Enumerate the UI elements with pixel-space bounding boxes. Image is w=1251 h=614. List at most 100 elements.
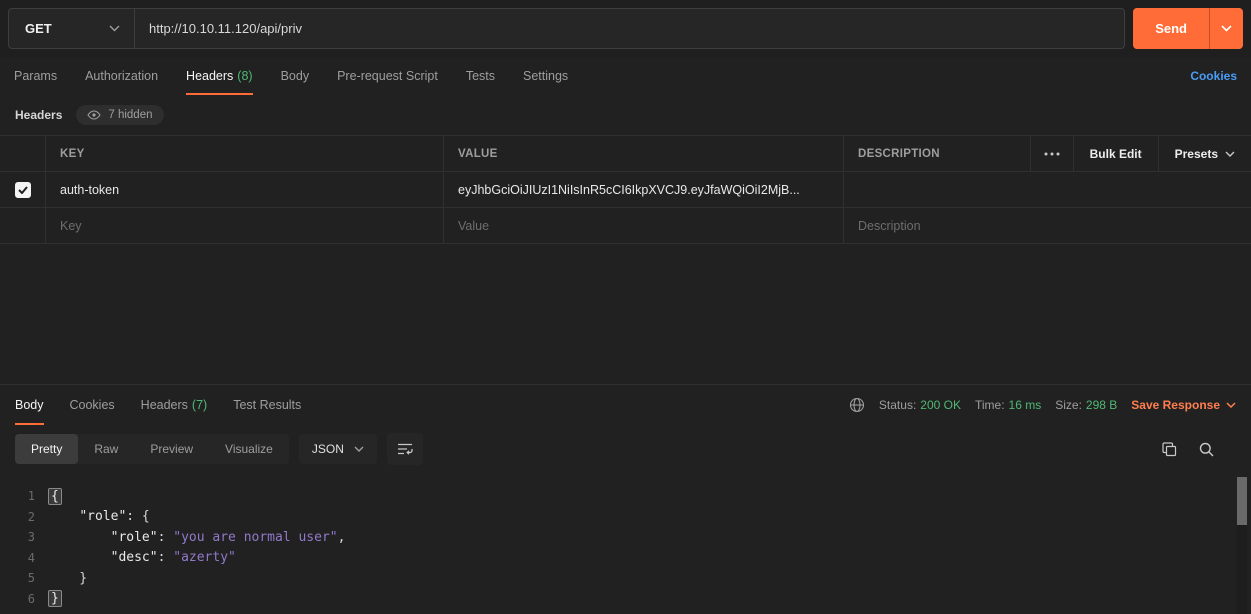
save-response-label: Save Response bbox=[1131, 398, 1220, 412]
tab-settings[interactable]: Settings bbox=[523, 57, 568, 95]
column-key: KEY bbox=[45, 136, 443, 171]
view-mode-pretty[interactable]: Pretty bbox=[15, 434, 78, 464]
status-label: Status: bbox=[879, 398, 916, 412]
response-tab-headers-count: (7) bbox=[192, 398, 207, 412]
code-line: 6} bbox=[0, 589, 1251, 610]
size-value: 298 B bbox=[1086, 398, 1117, 412]
request-bar: GET Send bbox=[0, 0, 1251, 57]
code-line: 4 "desc": "azerty" bbox=[0, 548, 1251, 569]
send-options-button[interactable] bbox=[1209, 8, 1243, 49]
save-response-button[interactable]: Save Response bbox=[1131, 398, 1236, 412]
more-actions-button[interactable] bbox=[1030, 136, 1073, 171]
view-mode-group: Pretty Raw Preview Visualize bbox=[15, 434, 289, 464]
view-mode-preview[interactable]: Preview bbox=[134, 434, 209, 464]
wrap-lines-button[interactable] bbox=[387, 433, 423, 465]
copy-icon[interactable] bbox=[1162, 442, 1177, 457]
check-icon bbox=[18, 186, 28, 194]
new-key-field[interactable]: Key bbox=[45, 208, 443, 243]
tab-prerequest-script[interactable]: Pre-request Script bbox=[337, 57, 438, 95]
empty-area bbox=[0, 244, 1251, 384]
tab-authorization[interactable]: Authorization bbox=[85, 57, 158, 95]
code-line-content: { bbox=[48, 489, 62, 504]
line-number: 4 bbox=[0, 551, 48, 565]
column-value: VALUE bbox=[443, 136, 843, 171]
new-description-field[interactable]: Description bbox=[843, 208, 1251, 243]
ellipsis-icon bbox=[1044, 152, 1060, 156]
method-label: GET bbox=[25, 21, 52, 36]
status-value: 200 OK bbox=[920, 398, 961, 412]
tab-headers[interactable]: Headers (8) bbox=[186, 57, 253, 95]
response-toolbar: Pretty Raw Preview Visualize JSON bbox=[0, 425, 1251, 475]
tab-params[interactable]: Params bbox=[14, 57, 57, 95]
row-checkbox[interactable] bbox=[15, 182, 31, 198]
url-input[interactable] bbox=[135, 9, 1124, 48]
response-meta: Status: 200 OK Time: 16 ms Size: 298 B S… bbox=[849, 385, 1236, 425]
code-line: 2 "role": { bbox=[0, 507, 1251, 528]
cookies-link[interactable]: Cookies bbox=[1190, 69, 1237, 83]
wrap-lines-icon bbox=[397, 442, 413, 456]
code-line-content: } bbox=[48, 591, 62, 606]
globe-icon[interactable] bbox=[849, 397, 865, 413]
header-description-field[interactable] bbox=[843, 172, 1251, 207]
chevron-down-icon bbox=[1225, 151, 1235, 157]
code-line: 5 } bbox=[0, 568, 1251, 589]
column-description: DESCRIPTION bbox=[844, 148, 1030, 160]
line-number: 3 bbox=[0, 530, 48, 544]
column-description-cell: DESCRIPTION Bulk Edit Presets bbox=[843, 136, 1251, 171]
line-number: 2 bbox=[0, 510, 48, 524]
line-number: 5 bbox=[0, 571, 48, 585]
header-row-new: Key Value Description bbox=[0, 208, 1251, 244]
header-key-field[interactable]: auth-token bbox=[45, 172, 443, 207]
header-value-field[interactable]: eyJhbGciOiJIUzI1NiIsInR5cCI6IkpXVCJ9.eyJ… bbox=[443, 172, 843, 207]
view-mode-visualize[interactable]: Visualize bbox=[209, 434, 289, 464]
time-badge: Time: 16 ms bbox=[975, 398, 1041, 412]
code-line-content: "desc": "azerty" bbox=[48, 550, 236, 565]
hidden-headers-label: 7 hidden bbox=[108, 109, 152, 121]
format-label: JSON bbox=[312, 442, 344, 456]
tab-tests[interactable]: Tests bbox=[466, 57, 495, 95]
chevron-down-icon bbox=[1226, 402, 1236, 408]
response-panel: Body Cookies Headers (7) Test Results St… bbox=[0, 384, 1251, 614]
response-tab-test-results[interactable]: Test Results bbox=[233, 385, 301, 425]
scrollbar[interactable] bbox=[1237, 477, 1247, 614]
checkbox-cell bbox=[0, 208, 45, 243]
search-icon[interactable] bbox=[1199, 442, 1214, 457]
checkbox-cell bbox=[0, 172, 45, 207]
code-line-content: "role": "you are normal user", bbox=[48, 530, 345, 545]
eye-icon bbox=[87, 110, 101, 120]
response-tabs: Body Cookies Headers (7) Test Results St… bbox=[0, 385, 1251, 425]
response-tab-headers[interactable]: Headers (7) bbox=[141, 385, 208, 425]
line-number: 1 bbox=[0, 489, 48, 503]
response-tab-headers-label: Headers bbox=[141, 398, 188, 412]
code-line-content: "role": { bbox=[48, 509, 150, 524]
send-button[interactable]: Send bbox=[1133, 8, 1209, 49]
bulk-edit-button[interactable]: Bulk Edit bbox=[1073, 136, 1158, 171]
request-tabs: Params Authorization Headers (8) Body Pr… bbox=[0, 57, 1251, 95]
chevron-down-icon bbox=[109, 25, 120, 32]
chevron-down-icon bbox=[1221, 25, 1232, 32]
response-tab-cookies[interactable]: Cookies bbox=[70, 385, 115, 425]
time-label: Time: bbox=[975, 398, 1005, 412]
hidden-headers-toggle[interactable]: 7 hidden bbox=[76, 105, 163, 125]
format-select[interactable]: JSON bbox=[299, 434, 377, 464]
headers-section-header: Headers 7 hidden bbox=[0, 95, 1251, 135]
chevron-down-icon bbox=[354, 446, 364, 452]
size-badge: Size: 298 B bbox=[1055, 398, 1117, 412]
view-mode-raw[interactable]: Raw bbox=[78, 434, 134, 464]
response-body-viewer: 1{2 "role": {3 "role": "you are normal u… bbox=[0, 475, 1251, 614]
tab-headers-count: (8) bbox=[237, 69, 252, 83]
code-line: 1{ bbox=[0, 486, 1251, 507]
select-all-cell bbox=[0, 136, 45, 171]
scrollbar-thumb[interactable] bbox=[1237, 477, 1247, 525]
tab-body[interactable]: Body bbox=[281, 57, 310, 95]
code-line: 3 "role": "you are normal user", bbox=[0, 527, 1251, 548]
new-value-field[interactable]: Value bbox=[443, 208, 843, 243]
postman-app: GET Send Params Authorization Headers (8… bbox=[0, 0, 1251, 614]
tab-headers-label: Headers bbox=[186, 69, 233, 83]
status-badge: Status: 200 OK bbox=[879, 398, 961, 412]
method-select[interactable]: GET bbox=[9, 9, 135, 48]
url-group: GET bbox=[8, 8, 1125, 49]
response-tab-body[interactable]: Body bbox=[15, 385, 44, 425]
table-header-actions: Bulk Edit Presets bbox=[1030, 136, 1251, 171]
presets-button[interactable]: Presets bbox=[1158, 136, 1251, 171]
